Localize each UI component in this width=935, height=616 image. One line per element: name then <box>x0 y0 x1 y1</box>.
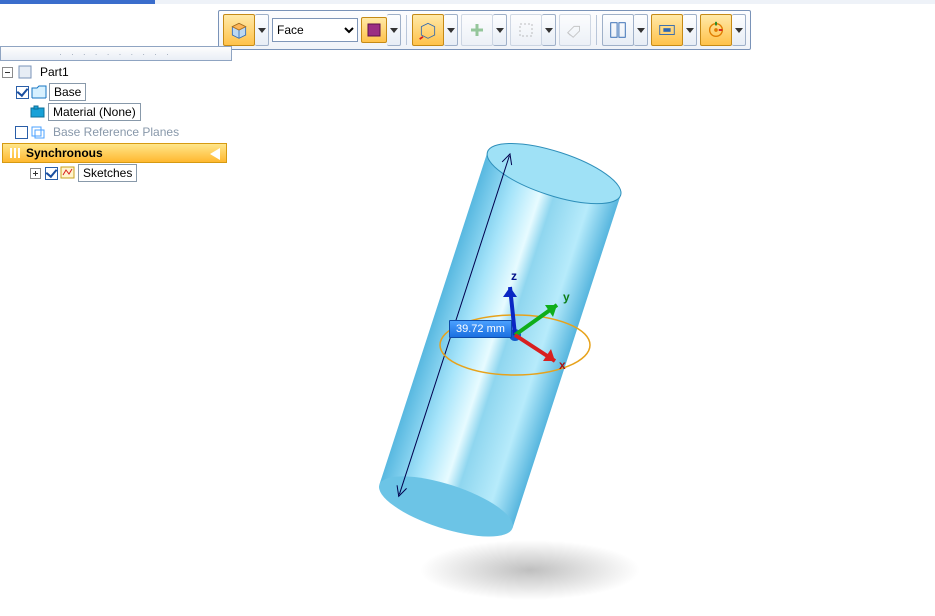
expander-icon[interactable] <box>30 168 41 179</box>
dimension-value-badge[interactable]: 39.72 mm <box>449 320 512 338</box>
y-axis-label: y <box>563 290 570 304</box>
design-intent-button[interactable] <box>412 14 444 46</box>
tree-node-base[interactable]: Base <box>0 82 240 102</box>
title-bar-bg <box>155 0 935 4</box>
select-mode-button[interactable] <box>223 14 255 46</box>
toolbar-separator <box>406 15 407 45</box>
pathfinder-tree: Part1 Base Material (None) Base Referenc… <box>0 62 240 183</box>
selection-manager-button <box>510 14 542 46</box>
selection-manager-dropdown[interactable] <box>542 14 556 46</box>
x-axis-label: x <box>559 358 566 372</box>
design-intent-dropdown[interactable] <box>444 14 458 46</box>
toolbar-separator <box>596 15 597 45</box>
pathfinder-grip[interactable]: . . . . . . . . . . <box>0 46 232 61</box>
keypoint-dropdown[interactable] <box>634 14 648 46</box>
cube-icon <box>229 20 249 40</box>
tree-node-synchronous[interactable]: Synchronous <box>2 143 227 163</box>
plus-icon <box>467 20 487 40</box>
face-priority-button[interactable] <box>361 17 387 43</box>
ref-planes-icon <box>30 124 46 140</box>
extent-icon <box>657 20 677 40</box>
clear-selection-icon <box>565 20 585 40</box>
model-shadow <box>420 540 640 600</box>
tree-node-material[interactable]: Material (None) <box>0 102 240 122</box>
face-priority-icon <box>364 20 384 40</box>
graphics-viewport[interactable]: z y x <box>240 60 935 616</box>
steering-wheel-icon <box>706 20 726 40</box>
base-icon <box>31 84 47 100</box>
add-to-select-button <box>461 14 493 46</box>
command-bar: Face <box>218 10 751 50</box>
selection-filter-select[interactable]: Face <box>272 18 358 42</box>
checkbox[interactable] <box>16 86 29 99</box>
face-priority-dropdown[interactable] <box>387 14 401 46</box>
z-axis-label: z <box>511 269 517 283</box>
add-to-select-dropdown[interactable] <box>493 14 507 46</box>
part-icon <box>17 64 33 80</box>
tree-label: Material (None) <box>48 103 141 121</box>
selection-manager-icon <box>516 20 536 40</box>
material-icon <box>30 104 46 120</box>
tree-label: Base <box>49 83 86 101</box>
checkbox[interactable] <box>45 167 58 180</box>
checkbox[interactable] <box>15 126 28 139</box>
collapse-arrow-icon[interactable] <box>210 148 220 160</box>
tree-label: Synchronous <box>26 146 103 160</box>
steering-wheel-dropdown[interactable] <box>732 14 746 46</box>
keypoint-icon <box>608 20 628 40</box>
extent-dropdown[interactable] <box>683 14 697 46</box>
tree-node-sketches[interactable]: Sketches <box>0 163 240 183</box>
select-mode-dropdown[interactable] <box>255 14 269 46</box>
keypoint-button[interactable] <box>602 14 634 46</box>
tree-root-part[interactable]: Part1 <box>0 62 240 82</box>
tree-label: Sketches <box>78 164 137 182</box>
tree-label: Base Reference Planes <box>48 123 184 141</box>
clear-selection-button <box>559 14 591 46</box>
design-intent-icon <box>418 20 438 40</box>
extent-button[interactable] <box>651 14 683 46</box>
tree-node-ref-planes[interactable]: Base Reference Planes <box>0 122 240 142</box>
expander-icon[interactable] <box>2 67 13 78</box>
steering-wheel-button[interactable] <box>700 14 732 46</box>
title-bar-accent <box>0 0 155 4</box>
tree-label: Part1 <box>35 63 74 81</box>
sketches-icon <box>60 165 76 181</box>
synchronous-icon <box>7 145 23 161</box>
